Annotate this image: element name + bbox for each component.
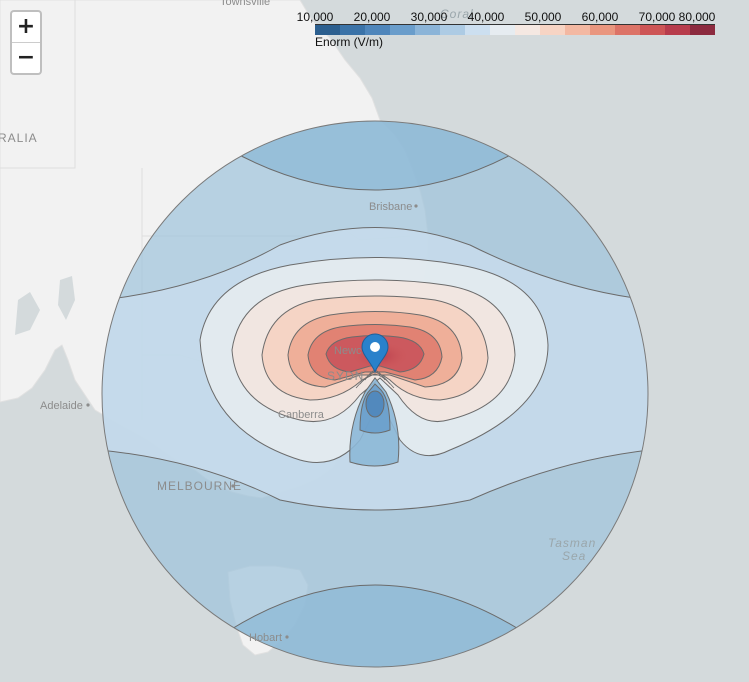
legend-swatch <box>315 25 340 35</box>
legend-tick: 10,000 <box>296 10 334 24</box>
legend-swatch <box>540 25 565 35</box>
label-sydney: SYDN <box>327 369 364 383</box>
legend-ticks: 10,000 20,000 30,000 40,000 50,000 60,00… <box>296 10 720 24</box>
legend-tick: 20,000 <box>353 10 391 24</box>
legend-tick: 60,000 <box>581 10 619 24</box>
label-sea: Sea <box>562 549 586 563</box>
legend-swatch <box>390 25 415 35</box>
map-canvas[interactable]: Townsville Coral RALIA Brisbane Newc SYD… <box>0 0 749 682</box>
legend-swatch <box>465 25 490 35</box>
legend-swatch <box>565 25 590 35</box>
dot-melbourne <box>231 484 235 488</box>
legend-swatch <box>440 25 465 35</box>
legend-swatch <box>365 25 390 35</box>
legend-tick: 30,000 <box>410 10 448 24</box>
legend-tick: 70,000 <box>638 10 676 24</box>
legend-title: Enorm (V/m) <box>315 35 384 49</box>
zoom-in-button[interactable]: + <box>12 12 40 42</box>
label-hobart: Hobart <box>249 632 282 644</box>
legend-swatch <box>640 25 665 35</box>
label-newcastle: Newc <box>334 345 362 357</box>
label-adelaide: Adelaide <box>40 400 83 412</box>
legend-swatch <box>415 25 440 35</box>
zoom-out-button[interactable]: − <box>12 42 40 73</box>
color-legend: 10,000 20,000 30,000 40,000 50,000 60,00… <box>296 10 720 50</box>
legend-swatch <box>665 25 690 35</box>
legend-tick: 40,000 <box>467 10 505 24</box>
label-townsville: Townsville <box>220 0 270 8</box>
dot-brisbane <box>414 204 418 208</box>
label-canberra: Canberra <box>278 409 325 421</box>
legend-swatch <box>490 25 515 35</box>
label-melbourne: MELBOURNE <box>157 479 242 493</box>
label-australia: RALIA <box>0 131 38 145</box>
legend-swatch <box>615 25 640 35</box>
legend-swatch <box>590 25 615 35</box>
legend-swatch <box>340 25 365 35</box>
dot-hobart <box>285 635 289 639</box>
legend-color-bar <box>315 24 715 35</box>
label-tasman: Tasman <box>548 536 596 550</box>
dot-adelaide <box>86 403 90 407</box>
legend-tick: 80,000 <box>678 10 716 24</box>
legend-swatch <box>690 25 715 35</box>
zoom-control: + − <box>10 10 42 75</box>
legend-swatch <box>515 25 540 35</box>
legend-tick: 50,000 <box>524 10 562 24</box>
label-brisbane: Brisbane <box>369 201 412 213</box>
